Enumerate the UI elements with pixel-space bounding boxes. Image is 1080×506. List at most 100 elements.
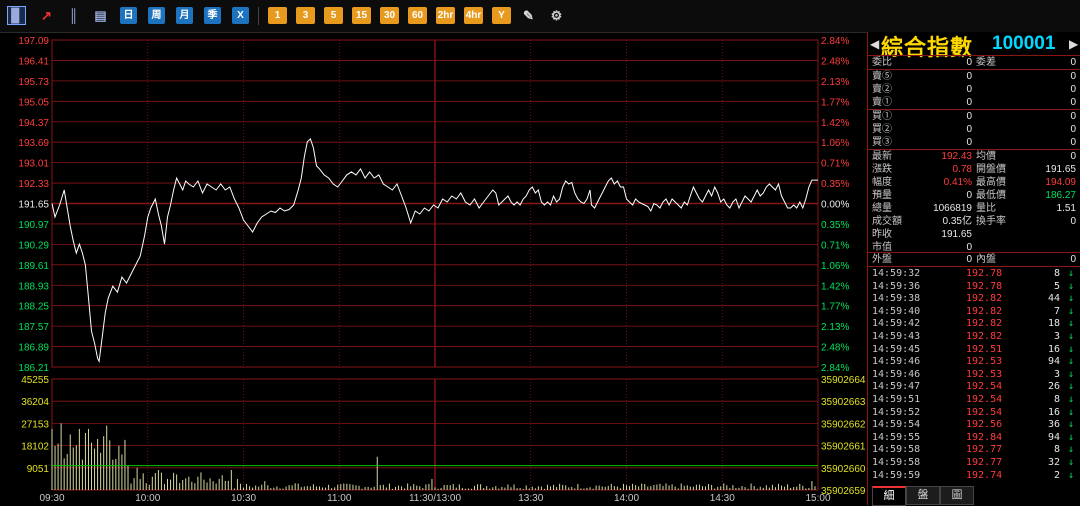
2hr-button[interactable]: 2hr	[436, 7, 455, 24]
tick-row: 14:59:42 192.82 18 ↓	[868, 317, 1080, 330]
pct-tick-label: 2.48%	[821, 56, 849, 67]
tick-time: 14:59:54	[872, 419, 921, 431]
season-button[interactable]: 季	[204, 7, 221, 24]
tick-direction-icon: ↓	[1068, 431, 1075, 443]
3min-button[interactable]: 3	[296, 7, 315, 24]
1min-button[interactable]: 1	[268, 7, 287, 24]
panel-tab-0[interactable]: 細	[872, 486, 906, 506]
tick-volume: 94	[1047, 356, 1060, 368]
price-tick-label: 188.93	[18, 281, 49, 292]
price-tick-label: 193.69	[18, 138, 49, 149]
stat-value: 1.51	[1056, 203, 1076, 214]
pct-tick-label: 2.13%	[821, 77, 849, 88]
stat-label: 漲跌	[872, 164, 892, 175]
tick-volume: 16	[1047, 406, 1060, 418]
tick-direction-icon: ↓	[1068, 280, 1075, 292]
tick-time: 14:59:51	[872, 394, 921, 405]
tick-direction-icon: ↓	[1068, 444, 1075, 456]
tick-direction-icon: ↓	[1068, 419, 1075, 431]
pct-tick-label: 1.77%	[821, 302, 849, 313]
time-tick-label: 14:30	[710, 493, 735, 504]
stat-label: 預量	[872, 190, 892, 201]
next-arrow-icon[interactable]: ▶	[1069, 37, 1078, 51]
15min-button[interactable]: 15	[352, 7, 371, 24]
60min-button[interactable]: 60	[408, 7, 427, 24]
tick-volume: 16	[1047, 343, 1060, 355]
time-tick-label: 14:00	[614, 493, 639, 504]
volume-right-tick-label: 35902661	[821, 442, 866, 453]
outer-value: 0	[966, 254, 972, 265]
tick-direction-icon: ↓	[1068, 406, 1075, 418]
volume-tick-label: 27153	[21, 419, 49, 430]
pct-tick-label: 2.48%	[821, 343, 849, 354]
pct-tick-label: 2.13%	[821, 322, 849, 333]
tick-row: 14:59:55 192.84 94 ↓	[868, 431, 1080, 444]
week-button[interactable]: 周	[148, 7, 165, 24]
bid-diff-label: 委差	[976, 57, 996, 68]
bid-level-count: 0	[1070, 111, 1076, 122]
tick-direction-icon: ↓	[1068, 356, 1075, 368]
tick-volume: 8	[1053, 444, 1060, 456]
tick-price: 192.74	[966, 469, 1003, 481]
tick-row: 14:59:46 192.53 94 ↓	[868, 355, 1080, 368]
month-button[interactable]: 月	[176, 7, 193, 24]
x-button[interactable]: X	[232, 7, 249, 24]
volume-tick-label: 45255	[21, 375, 49, 386]
pct-tick-label: 2.84%	[821, 36, 849, 47]
draw-icon[interactable]: ✎	[520, 7, 537, 24]
tick-volume: 36	[1047, 419, 1060, 431]
bid-ratio-label: 委比	[872, 57, 892, 68]
pct-tick-label: 1.42%	[821, 281, 849, 292]
time-tick-label: 10:30	[231, 493, 256, 504]
5min-button[interactable]: 5	[324, 7, 343, 24]
bid-ratio-value: 0	[966, 57, 972, 68]
prev-arrow-icon[interactable]: ◀	[870, 37, 879, 51]
pct-tick-label: 2.84%	[821, 363, 849, 374]
tick-volume: 32	[1047, 457, 1060, 468]
panel-tab-2[interactable]: 圖	[940, 486, 974, 505]
calendar-icon[interactable]: ▤	[92, 7, 109, 24]
time-tick-label: 11:00	[327, 493, 352, 504]
ask-level-volume: 0	[966, 97, 972, 108]
candle-icon[interactable]: ║	[65, 7, 82, 24]
tick-direction-icon: ↓	[1068, 318, 1075, 330]
tick-row: 14:59:32 192.78 8 ↓	[868, 267, 1080, 280]
tick-row: 14:59:46 192.53 3 ↓	[868, 368, 1080, 381]
tick-direction-icon: ↓	[1068, 331, 1075, 342]
4hr-button[interactable]: 4hr	[464, 7, 483, 24]
stat-value: 192.43	[941, 151, 972, 162]
year-button[interactable]: Y	[492, 7, 511, 24]
panel-tabs: 細盤圖	[868, 484, 1080, 506]
volume-tick-label: 9051	[27, 464, 50, 475]
price-tick-label: 194.37	[18, 118, 49, 129]
tick-time: 14:59:46	[872, 368, 921, 380]
tick-time: 14:59:38	[872, 293, 921, 305]
tick-price: 192.77	[966, 444, 1003, 456]
bid-level-label: 買①	[872, 111, 892, 122]
gear-icon[interactable]: ⚙	[548, 7, 565, 24]
tick-row: 14:59:36 192.78 5 ↓	[868, 280, 1080, 293]
tick-volume: 94	[1047, 431, 1060, 443]
volume-right-tick-label: 35902663	[821, 397, 866, 408]
intraday-chart[interactable]: 197.09 2.84% 196.41 2.48% 195.73 2.13% 195.05 1…	[0, 32, 866, 505]
stat-value: 0.78	[952, 164, 972, 175]
bid-level-volume: 0	[966, 137, 972, 148]
stat-label: 最低價	[976, 190, 1006, 201]
chart-icon[interactable]: ▊	[7, 6, 26, 25]
tick-row: 14:59:40 192.82 7 ↓	[868, 305, 1080, 318]
tick-volume: 2	[1053, 469, 1060, 481]
price-tick-label: 193.01	[18, 159, 49, 170]
price-tick-label: 188.25	[18, 302, 49, 313]
pct-tick-label: 1.77%	[821, 97, 849, 108]
pct-tick-label: 0.00%	[821, 200, 849, 211]
stat-value: 0.35亿	[942, 216, 972, 227]
panel-tab-1[interactable]: 盤	[906, 486, 940, 505]
tick-direction-icon: ↓	[1068, 381, 1075, 393]
30min-button[interactable]: 30	[380, 7, 399, 24]
tick-price: 192.82	[966, 293, 1003, 305]
stat-value: 0	[1070, 151, 1076, 162]
line-icon[interactable]: ↗	[38, 7, 55, 24]
stat-value: 0	[966, 190, 972, 201]
day-button[interactable]: 日	[120, 7, 137, 24]
price-tick-label: 186.21	[18, 363, 49, 374]
